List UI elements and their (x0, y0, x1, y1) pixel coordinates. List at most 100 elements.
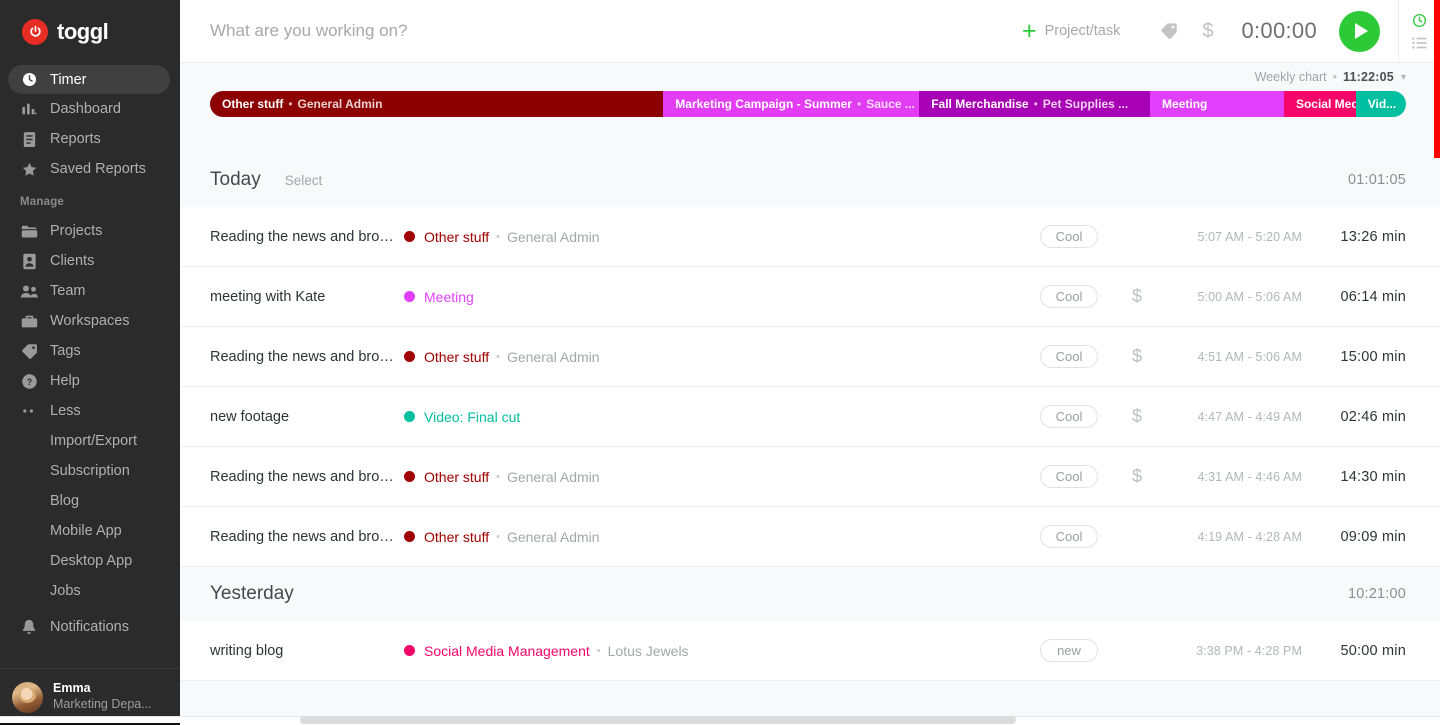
weekly-chart-segment[interactable]: Vid... (1356, 91, 1406, 117)
entry-project[interactable]: Video: Final cut (404, 409, 986, 425)
add-project-task-button[interactable]: + Project/task (1022, 19, 1142, 44)
sidebar-item-import-export[interactable]: Import/Export (0, 426, 180, 456)
user-meta: Emma Marketing Depa... (53, 681, 152, 712)
weekly-chart-header[interactable]: Weekly chart • 11:22:05 ▾ (180, 63, 1440, 91)
tag-icon (20, 342, 38, 360)
timer-description-input[interactable] (180, 21, 1022, 41)
entry-duration[interactable]: 09:09 min (1302, 529, 1406, 545)
time-entry-row[interactable]: writing blogSocial Media Management•Lotu… (180, 621, 1440, 681)
entry-tag[interactable]: Cool (1040, 225, 1098, 248)
entry-duration[interactable]: 13:26 min (1302, 229, 1406, 245)
entry-tag[interactable]: Cool (1040, 465, 1098, 488)
sidebar-item-label: Team (50, 283, 85, 299)
entry-description[interactable]: new footage (210, 409, 404, 425)
entry-description[interactable]: Reading the news and browsing (210, 529, 404, 545)
entry-description[interactable]: writing blog (210, 643, 404, 659)
sidebar-item-label: Saved Reports (50, 161, 146, 177)
start-timer-button[interactable] (1339, 11, 1380, 52)
entry-description[interactable]: Reading the news and browsing (210, 469, 404, 485)
entry-billable-icon[interactable]: $ (1114, 466, 1160, 487)
tag-icon[interactable] (1142, 21, 1196, 41)
entry-project[interactable]: Meeting (404, 289, 986, 305)
user-organization: Marketing Depa... (53, 697, 152, 713)
entry-time-range[interactable]: 4:31 AM - 4:46 AM (1160, 470, 1302, 484)
entry-duration[interactable]: 02:46 min (1302, 409, 1406, 425)
entry-billable-icon[interactable]: $ (1114, 346, 1160, 367)
sidebar-item-help[interactable]: ? Help (0, 366, 180, 396)
entry-tag-slot: Cool (986, 525, 1114, 548)
entry-tag[interactable]: Cool (1040, 285, 1098, 308)
time-entry-row[interactable]: Reading the news and browsingOther stuff… (180, 507, 1440, 567)
time-entry-row[interactable]: meeting with KateMeeting Cool $5:00 AM - 5… (180, 267, 1440, 327)
entry-time-range[interactable]: 5:00 AM - 5:06 AM (1160, 290, 1302, 304)
sidebar-item-saved-reports[interactable]: Saved Reports (0, 154, 180, 184)
weekly-chart-segment[interactable]: Other stuff•General Admin (210, 91, 663, 117)
time-entry-row[interactable]: Reading the news and browsingOther stuff… (180, 207, 1440, 267)
entry-time-range[interactable]: 4:19 AM - 4:28 AM (1160, 530, 1302, 544)
weekly-chart-segment[interactable]: Social Medi... (1284, 91, 1356, 117)
timer-duration: 0:00:00 (1227, 18, 1339, 44)
sidebar-item-timer[interactable]: Timer (8, 65, 170, 94)
entry-tag[interactable]: Cool (1040, 345, 1098, 368)
sidebar-item-label: Jobs (50, 583, 81, 599)
entry-description[interactable]: meeting with Kate (210, 289, 404, 305)
bell-icon (20, 618, 38, 636)
sidebar-item-mobile-app[interactable]: Mobile App (0, 516, 180, 546)
list-icon[interactable] (1412, 37, 1427, 49)
sidebar-item-reports[interactable]: Reports (0, 124, 180, 154)
segment-project: Marketing Campaign - Summer (675, 97, 852, 111)
entry-duration[interactable]: 14:30 min (1302, 469, 1406, 485)
sidebar-item-less[interactable]: Less (0, 396, 180, 426)
entry-project[interactable]: Other stuff•General Admin (404, 229, 986, 245)
vertical-scrollbar-thumb[interactable] (1434, 0, 1440, 158)
entry-time-range[interactable]: 4:47 AM - 4:49 AM (1160, 410, 1302, 424)
sidebar-item-clients[interactable]: Clients (0, 246, 180, 276)
billable-dollar-icon[interactable]: $ (1196, 20, 1227, 43)
clock-icon[interactable] (1412, 13, 1427, 28)
sidebar-item-notifications[interactable]: Notifications (0, 612, 180, 642)
weekly-chart-segment[interactable]: Meeting (1150, 91, 1284, 117)
horizontal-scrollbar-thumb[interactable] (300, 716, 1016, 724)
entry-time-range[interactable]: 4:51 AM - 5:06 AM (1160, 350, 1302, 364)
entry-duration[interactable]: 50:00 min (1302, 643, 1406, 659)
entry-duration[interactable]: 06:14 min (1302, 289, 1406, 305)
segment-task: Sauce ... (866, 97, 915, 111)
chevron-down-icon[interactable]: ▾ (1394, 72, 1406, 83)
entry-time-range[interactable]: 5:07 AM - 5:20 AM (1160, 230, 1302, 244)
entry-billable-icon[interactable]: $ (1114, 286, 1160, 307)
entry-duration[interactable]: 15:00 min (1302, 349, 1406, 365)
segment-project: Fall Merchandise (931, 97, 1028, 111)
sidebar-item-label: Mobile App (50, 523, 122, 539)
sidebar-item-desktop-app[interactable]: Desktop App (0, 546, 180, 576)
horizontal-scrollbar[interactable] (0, 716, 1440, 725)
entry-tag[interactable]: Cool (1040, 405, 1098, 428)
day-group-select-link[interactable]: Select (285, 173, 323, 188)
entry-project[interactable]: Other stuff•General Admin (404, 469, 986, 485)
sidebar-item-jobs[interactable]: Jobs (0, 576, 180, 606)
entry-project[interactable]: Social Media Management•Lotus Jewels (404, 643, 986, 659)
entry-project[interactable]: Other stuff•General Admin (404, 529, 986, 545)
entry-tag[interactable]: new (1040, 639, 1098, 662)
entry-project[interactable]: Other stuff•General Admin (404, 349, 986, 365)
sidebar-item-dashboard[interactable]: Dashboard (0, 94, 180, 124)
sidebar-item-projects[interactable]: Projects (0, 216, 180, 246)
sidebar-item-subscription[interactable]: Subscription (0, 456, 180, 486)
project-task: General Admin (507, 469, 600, 485)
weekly-chart-segment[interactable]: Fall Merchandise•Pet Supplies ... (919, 91, 1150, 117)
logo[interactable]: toggl (0, 0, 180, 63)
vertical-scrollbar[interactable] (1434, 0, 1440, 725)
sidebar-item-team[interactable]: Team (0, 276, 180, 306)
time-entry-row[interactable]: Reading the news and browsingOther stuff… (180, 327, 1440, 387)
time-entry-row[interactable]: Reading the news and browsingOther stuff… (180, 447, 1440, 507)
sidebar-item-label: Projects (50, 223, 102, 239)
entry-time-range[interactable]: 3:38 PM - 4:28 PM (1160, 644, 1302, 658)
sidebar-item-blog[interactable]: Blog (0, 486, 180, 516)
sidebar-item-workspaces[interactable]: Workspaces (0, 306, 180, 336)
entry-billable-icon[interactable]: $ (1114, 406, 1160, 427)
sidebar-item-tags[interactable]: Tags (0, 336, 180, 366)
entry-description[interactable]: Reading the news and browsing (210, 349, 404, 365)
weekly-chart-segment[interactable]: Marketing Campaign - Summer•Sauce ... (663, 91, 919, 117)
entry-description[interactable]: Reading the news and browsing (210, 229, 404, 245)
time-entry-row[interactable]: new footageVideo: Final cut Cool $4:47 AM … (180, 387, 1440, 447)
entry-tag[interactable]: Cool (1040, 525, 1098, 548)
